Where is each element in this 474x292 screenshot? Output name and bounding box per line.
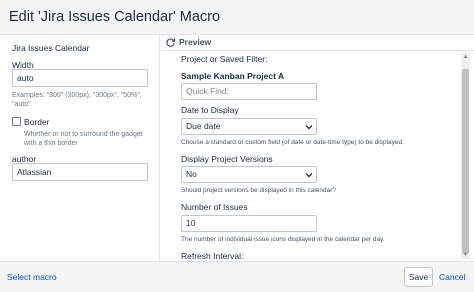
chevron-down-icon <box>305 173 313 178</box>
versions-select-value: No <box>186 169 197 179</box>
versions-label: Display Project Versions <box>181 154 273 164</box>
width-help-line2: "auto" <box>12 101 31 108</box>
border-checkbox[interactable] <box>12 117 21 126</box>
date-select[interactable]: Due date <box>181 118 317 135</box>
issues-input[interactable]: 10 <box>181 215 317 232</box>
scroll-down-arrow-icon[interactable]: ▼ <box>461 251 470 259</box>
dialog-title: Edit 'Jira Issues Calendar' Macro <box>9 9 221 25</box>
project-label: Project or Saved Filter: <box>181 54 268 64</box>
scrollbar[interactable]: ▲ ▼ <box>461 53 470 259</box>
width-help-line1: Examples: "300" (300px), "300px", "50%", <box>12 92 142 99</box>
chevron-down-icon <box>305 125 313 130</box>
macro-sidebar: Jira Issues Calendar Width auto Examples… <box>0 35 160 261</box>
select-macro-link[interactable]: Select macro <box>7 272 57 282</box>
quick-find-input[interactable] <box>181 83 317 100</box>
issues-help: The number of individual issue icons dis… <box>181 236 385 243</box>
width-input[interactable]: auto <box>12 69 148 87</box>
dialog-header: Edit 'Jira Issues Calendar' Macro <box>0 0 474 35</box>
preview-label: Preview <box>179 37 212 47</box>
date-help: Choose a standard or custom field (of da… <box>181 139 404 146</box>
versions-select[interactable]: No <box>181 166 317 183</box>
refresh-interval-label: Refresh Interval: <box>181 251 244 261</box>
issues-label: Number of Issues <box>181 202 248 212</box>
scroll-up-arrow-icon[interactable]: ▲ <box>461 53 470 61</box>
date-label: Date to Display <box>181 105 239 115</box>
preview-bar: Preview <box>161 35 474 51</box>
scrollbar-thumb[interactable] <box>462 69 469 254</box>
preview-content: Project or Saved Filter: Sample Kanban P… <box>170 51 464 261</box>
cancel-link[interactable]: Cancel <box>439 272 465 282</box>
save-button[interactable]: Save <box>404 267 433 287</box>
refresh-icon[interactable] <box>165 37 176 48</box>
date-select-value: Due date <box>186 121 221 131</box>
border-help-line2: with a thin border <box>24 140 78 147</box>
border-label: Border <box>24 117 50 127</box>
project-name: Sample Kanban Project A <box>181 71 285 81</box>
versions-help: Should project versions be displayed in … <box>181 187 337 194</box>
author-input[interactable]: Atlassian <box>12 163 148 181</box>
macro-name: Jira Issues Calendar <box>12 43 90 53</box>
dialog-footer: Select macro Save Cancel <box>0 261 474 292</box>
